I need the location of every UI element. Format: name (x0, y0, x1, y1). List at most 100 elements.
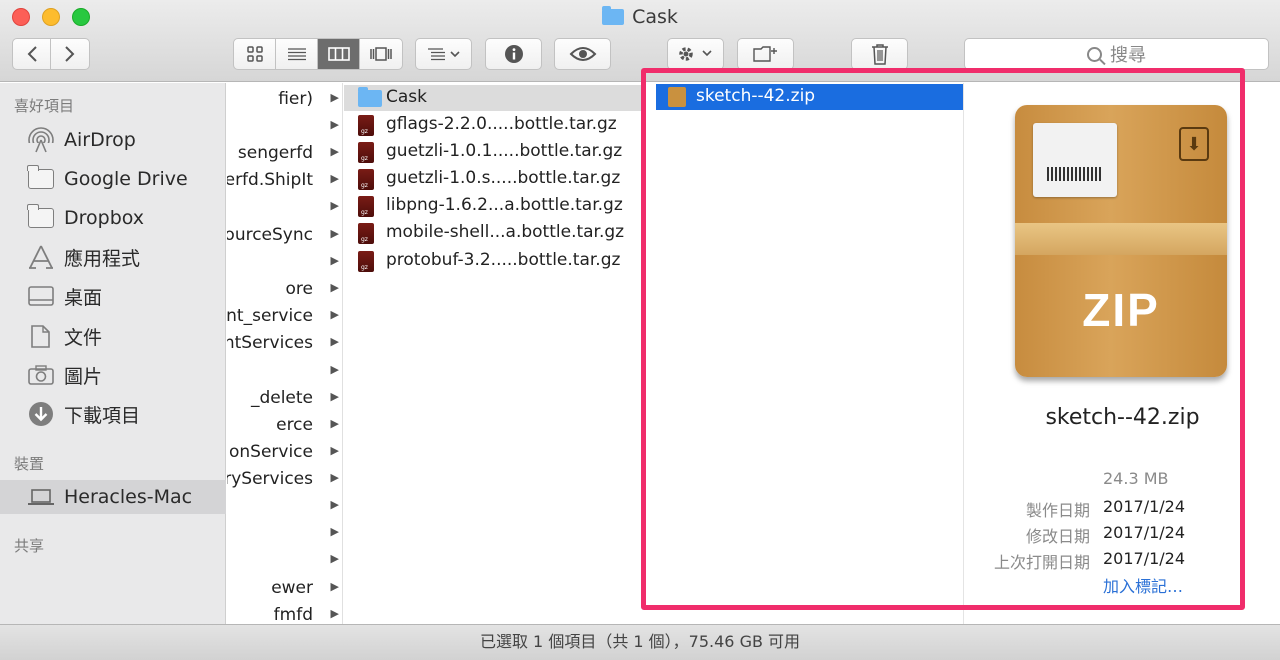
list-view-button[interactable] (276, 39, 318, 69)
new-folder-button[interactable] (737, 38, 794, 70)
sidebar-item-label: 圖片 (64, 365, 103, 388)
list-item[interactable]: ryServices ▶ (227, 467, 342, 493)
action-menu-button[interactable] (667, 38, 724, 70)
list-item-label: erfd.ShipIt (227, 170, 313, 190)
forward-button[interactable] (51, 39, 89, 69)
disclosure-arrow-icon: ▶ (330, 308, 339, 321)
chevron-left-icon (27, 46, 37, 62)
list-item[interactable]: ▶ (227, 195, 342, 221)
gz-archive-icon (358, 169, 374, 190)
list-item-sketch-zip[interactable]: sketch--42.zip (656, 84, 963, 110)
list-item[interactable]: erce ▶ (227, 413, 342, 439)
sidebar-item-label: 文件 (64, 326, 103, 349)
arrange-button[interactable] (415, 38, 472, 70)
column-cask-contents: sketch--42.zip (653, 83, 964, 624)
coverflow-view-button[interactable] (360, 39, 402, 69)
list-item-cask-folder[interactable]: Cask (344, 85, 641, 111)
shipping-label (1033, 123, 1117, 197)
list-item[interactable]: ▶ (227, 359, 342, 385)
sidebar-item-documents[interactable]: 文件 (0, 319, 226, 353)
list-item[interactable]: ewer ▶ (227, 576, 342, 602)
list-item[interactable]: gflags-2.2.0.....bottle.tar.gz (344, 112, 641, 138)
list-item-label: nt_service (227, 306, 313, 326)
disclosure-arrow-icon: ▶ (330, 444, 339, 457)
list-item[interactable]: sengerfd ▶ (227, 141, 342, 167)
list-item[interactable]: onService ▶ (227, 440, 342, 466)
list-item-label: onService (228, 442, 313, 462)
preview-modified-value: 2017/1/24 (1103, 523, 1186, 542)
list-item-label: ore (285, 279, 313, 299)
coverflow-view-icon (370, 47, 392, 61)
sidebar-item-label: Google Drive (64, 168, 188, 190)
list-item-label: ntServices (227, 333, 313, 353)
list-item[interactable]: nt_service ▶ (227, 304, 342, 330)
list-item-label: protobuf-3.2.....bottle.tar.gz (386, 250, 621, 270)
list-item-label: sengerfd (237, 143, 313, 163)
list-item-label: fmfd (273, 605, 313, 624)
sidebar-item-label: AirDrop (64, 129, 136, 151)
sidebar-item-dropbox[interactable]: Dropbox (0, 201, 226, 235)
sidebar-item-google-drive[interactable]: Google Drive (0, 162, 226, 196)
preview-opened-label: 上次打開日期 (993, 553, 1090, 572)
list-item[interactable]: erfd.ShipIt ▶ (227, 168, 342, 194)
desktop-icon (27, 284, 55, 308)
get-info-button[interactable] (485, 38, 542, 70)
back-button[interactable] (13, 39, 51, 69)
sidebar-section-devices: 裝置 (14, 455, 45, 473)
documents-icon (27, 324, 55, 348)
window-title: Cask (0, 6, 1280, 28)
disclosure-arrow-icon: ▶ (330, 254, 339, 267)
window-title-text: Cask (632, 6, 678, 28)
icon-view-icon (246, 46, 263, 62)
list-item-label: ewer (271, 578, 313, 598)
list-item[interactable]: _delete ▶ (227, 386, 342, 412)
list-item[interactable]: protobuf-3.2.....bottle.tar.gz (344, 248, 641, 274)
sidebar-item-label: 下載項目 (64, 404, 141, 427)
trash-icon (871, 44, 888, 65)
disclosure-arrow-icon: ▶ (330, 199, 339, 212)
list-item-label: guetzli-1.0.1.....bottle.tar.gz (386, 141, 623, 161)
list-item[interactable]: guetzli-1.0.s.....bottle.tar.gz (344, 166, 641, 192)
sidebar-item-airdrop[interactable]: AirDrop (0, 123, 226, 157)
quicklook-button[interactable] (554, 38, 611, 70)
list-item[interactable]: ▶ (227, 114, 342, 140)
list-item[interactable]: libpng-1.6.2...a.bottle.tar.gz (344, 193, 641, 219)
disclosure-arrow-icon: ▶ (330, 145, 339, 158)
list-item[interactable]: ▶ (227, 548, 342, 574)
list-item[interactable]: fier) ▶ (227, 87, 342, 113)
list-item[interactable]: ore ▶ (227, 277, 342, 303)
icon-view-button[interactable] (234, 39, 276, 69)
sidebar-item-heracles-mac[interactable]: Heracles-Mac (0, 480, 226, 514)
list-item-label: guetzli-1.0.s.....bottle.tar.gz (386, 168, 621, 188)
list-item[interactable]: ▶ (227, 250, 342, 276)
sidebar-item-pictures[interactable]: 圖片 (0, 358, 226, 392)
list-item[interactable]: ourceSync ▶ (227, 223, 342, 249)
sidebar-item-downloads[interactable]: 下載項目 (0, 397, 226, 431)
sidebar-item-desktop[interactable]: 桌面 (0, 279, 226, 313)
list-item[interactable]: fmfd ▶ (227, 603, 342, 624)
list-item-label: erce (276, 415, 313, 435)
sidebar-section-favorites: 喜好項目 (14, 97, 75, 115)
arrange-icon (427, 48, 460, 61)
list-view-icon (287, 48, 306, 61)
list-item[interactable]: ntServices ▶ (227, 331, 342, 357)
sidebar-section-shared: 共享 (14, 537, 45, 555)
disclosure-arrow-icon: ▶ (330, 417, 339, 430)
disclosure-arrow-icon: ▶ (330, 471, 339, 484)
preview-size: 24.3 MB (1103, 469, 1169, 488)
list-item[interactable]: mobile-shell...a.bottle.tar.gz (344, 220, 641, 246)
sidebar-item-label: 應用程式 (64, 247, 141, 270)
list-item[interactable]: guetzli-1.0.1.....bottle.tar.gz (344, 139, 641, 165)
disclosure-arrow-icon: ▶ (330, 390, 339, 403)
list-item[interactable]: ▶ (227, 521, 342, 547)
add-tags-link[interactable]: 加入標記… (1103, 573, 1183, 597)
preview-created-value: 2017/1/24 (1103, 497, 1186, 516)
move-to-trash-button[interactable] (851, 38, 908, 70)
column-view-icon (327, 47, 350, 61)
search-input[interactable]: 搜尋 (964, 38, 1269, 70)
list-item[interactable]: ▶ (227, 494, 342, 520)
column-view-button[interactable] (318, 39, 360, 69)
disclosure-arrow-icon: ▶ (330, 335, 339, 348)
sidebar-item-applications[interactable]: 應用程式 (0, 240, 226, 274)
search-placeholder: 搜尋 (1110, 45, 1146, 66)
